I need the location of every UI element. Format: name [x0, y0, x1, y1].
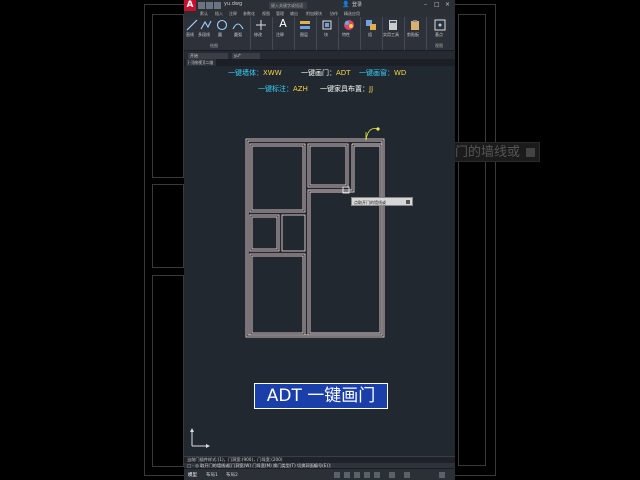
ribbon: 直线 多段线 圆 圆弧 绘图 修改 A 注释 图层 块 特性 组 实用工具 剪贴… [184, 17, 455, 50]
circle-tool-icon[interactable] [216, 19, 228, 31]
maximize-icon[interactable]: □ [434, 2, 440, 8]
save-icon[interactable] [214, 2, 221, 9]
text-icon[interactable]: A [277, 18, 289, 30]
viewport-tab-bar: [-][俯视][二维线框] [184, 59, 455, 72]
cad-app-window: A yu.dwg 键入关键字或短语 👤 登录 – □ × 默认 插入 注释 参数… [184, 0, 455, 480]
tooltip-option-icon[interactable] [406, 200, 410, 204]
login-link[interactable]: 登录 [352, 1, 362, 8]
ribbon-group-layer: 图层 [294, 17, 317, 50]
tab-model[interactable]: 模型 [188, 472, 197, 478]
search-input[interactable]: 键入关键字或短语 [269, 2, 307, 9]
modify-label: 修改 [254, 32, 262, 37]
room-right-inner [309, 145, 381, 334]
door-swing-arc [365, 128, 379, 141]
polyline-tool-label: 多段线 [198, 32, 210, 37]
ghost-tooltip: 门的墙线或 [452, 142, 540, 162]
room-small-left-inner [251, 216, 278, 250]
title-bar: A yu.dwg 键入关键字或短语 👤 登录 – □ × [184, 0, 455, 11]
utilities-label: 实用工具 [383, 32, 399, 37]
room-top-middle [307, 143, 349, 188]
ribbon-group-utilities: 实用工具 [382, 17, 405, 50]
group-label: 组 [368, 32, 372, 37]
document-title: yu.dwg [224, 1, 243, 7]
calculator-icon[interactable] [387, 19, 399, 31]
ribbon-group-annotate: A 注释 [272, 17, 295, 50]
tab-layout2[interactable]: 布局2 [226, 472, 238, 478]
room-top-left-inner [251, 145, 304, 211]
room-corridor [281, 214, 306, 252]
room-top-left [249, 143, 306, 213]
background-frame-left-c [152, 275, 184, 467]
ribbon-group-modify: 修改 [250, 17, 273, 50]
arc-tool-icon[interactable] [232, 19, 244, 31]
door-grip [376, 127, 380, 131]
arc-tool-label: 圆弧 [234, 32, 242, 37]
clipboard-icon[interactable] [409, 19, 421, 31]
ribbon-group-label: 视图 [435, 43, 443, 48]
base-point-icon[interactable] [434, 19, 446, 31]
layer-label: 图层 [300, 32, 308, 37]
osnap-toggle-icon[interactable] [374, 472, 380, 478]
background-frame-right [458, 14, 486, 466]
snap-toggle-icon[interactable] [344, 472, 350, 478]
feature-banner: ADT 一键画门 [254, 383, 388, 409]
tab-layout1[interactable]: 布局1 [206, 472, 218, 478]
background-frame-left-a [152, 14, 184, 178]
outer-wall-inner [247, 140, 383, 336]
room-right-outline [307, 143, 383, 336]
outer-wall-outer [245, 138, 385, 338]
properties-label: 特性 [342, 32, 350, 37]
group-icon[interactable] [365, 19, 377, 31]
ribbon-group-properties: 特性 [338, 17, 361, 50]
ribbon-group-draw: 直线 多段线 圆 圆弧 绘图 [184, 17, 251, 50]
annotation-scale-icon[interactable] [389, 472, 395, 478]
close-icon[interactable]: × [445, 2, 451, 8]
line-tool-label: 直线 [186, 32, 194, 37]
grid-toggle-icon[interactable] [334, 472, 340, 478]
ortho-toggle-icon[interactable] [354, 472, 360, 478]
base-point-label: 基点 [435, 32, 443, 37]
line-tool-icon[interactable] [186, 19, 198, 31]
drawing-canvas[interactable]: 一键墙体：XWW 一键画门：ADT 一键画窗：WD 一键标注：AZH 一键家具布… [184, 66, 455, 456]
move-icon[interactable] [255, 19, 267, 31]
minimize-icon[interactable]: – [424, 2, 430, 8]
ribbon-group-group: 组 [360, 17, 383, 50]
ribbon-group-label: 绘图 [210, 43, 218, 48]
workspace-gear-icon[interactable] [404, 472, 410, 478]
layer-icon[interactable] [299, 19, 311, 31]
open-file-icon[interactable] [206, 2, 213, 9]
ucs-icon [190, 428, 210, 448]
viewport-controls[interactable]: [-][俯视][二维线框] [186, 59, 216, 72]
clipboard-label: 剪贴板 [407, 32, 419, 37]
polyline-tool-icon[interactable] [200, 19, 212, 31]
room-top-middle-inner [309, 145, 347, 186]
ribbon-group-block: 块 [316, 17, 339, 50]
room-small-left [249, 214, 280, 252]
customize-menu-icon[interactable] [439, 472, 445, 478]
annotate-label: 注释 [276, 32, 284, 37]
block-icon[interactable] [321, 19, 333, 31]
block-label: 块 [324, 32, 328, 37]
circle-tool-label: 圆 [218, 32, 222, 37]
room-bottom-left [249, 253, 306, 336]
app-logo[interactable]: A [184, 0, 196, 11]
ribbon-group-clipboard: 剪贴板 [404, 17, 427, 50]
polar-toggle-icon[interactable] [364, 472, 370, 478]
user-icon[interactable]: 👤 [342, 2, 349, 8]
ribbon-group-view: 基点 视图 [426, 17, 455, 50]
room-bottom-left-inner [251, 255, 304, 334]
properties-palette-icon[interactable] [343, 19, 355, 31]
new-file-icon[interactable] [198, 2, 205, 9]
background-frame-left-b [152, 184, 184, 268]
command-tooltip: 点取开门的墙线或 [351, 197, 413, 206]
status-bar: 模型 布局1 布局2 [184, 468, 455, 480]
